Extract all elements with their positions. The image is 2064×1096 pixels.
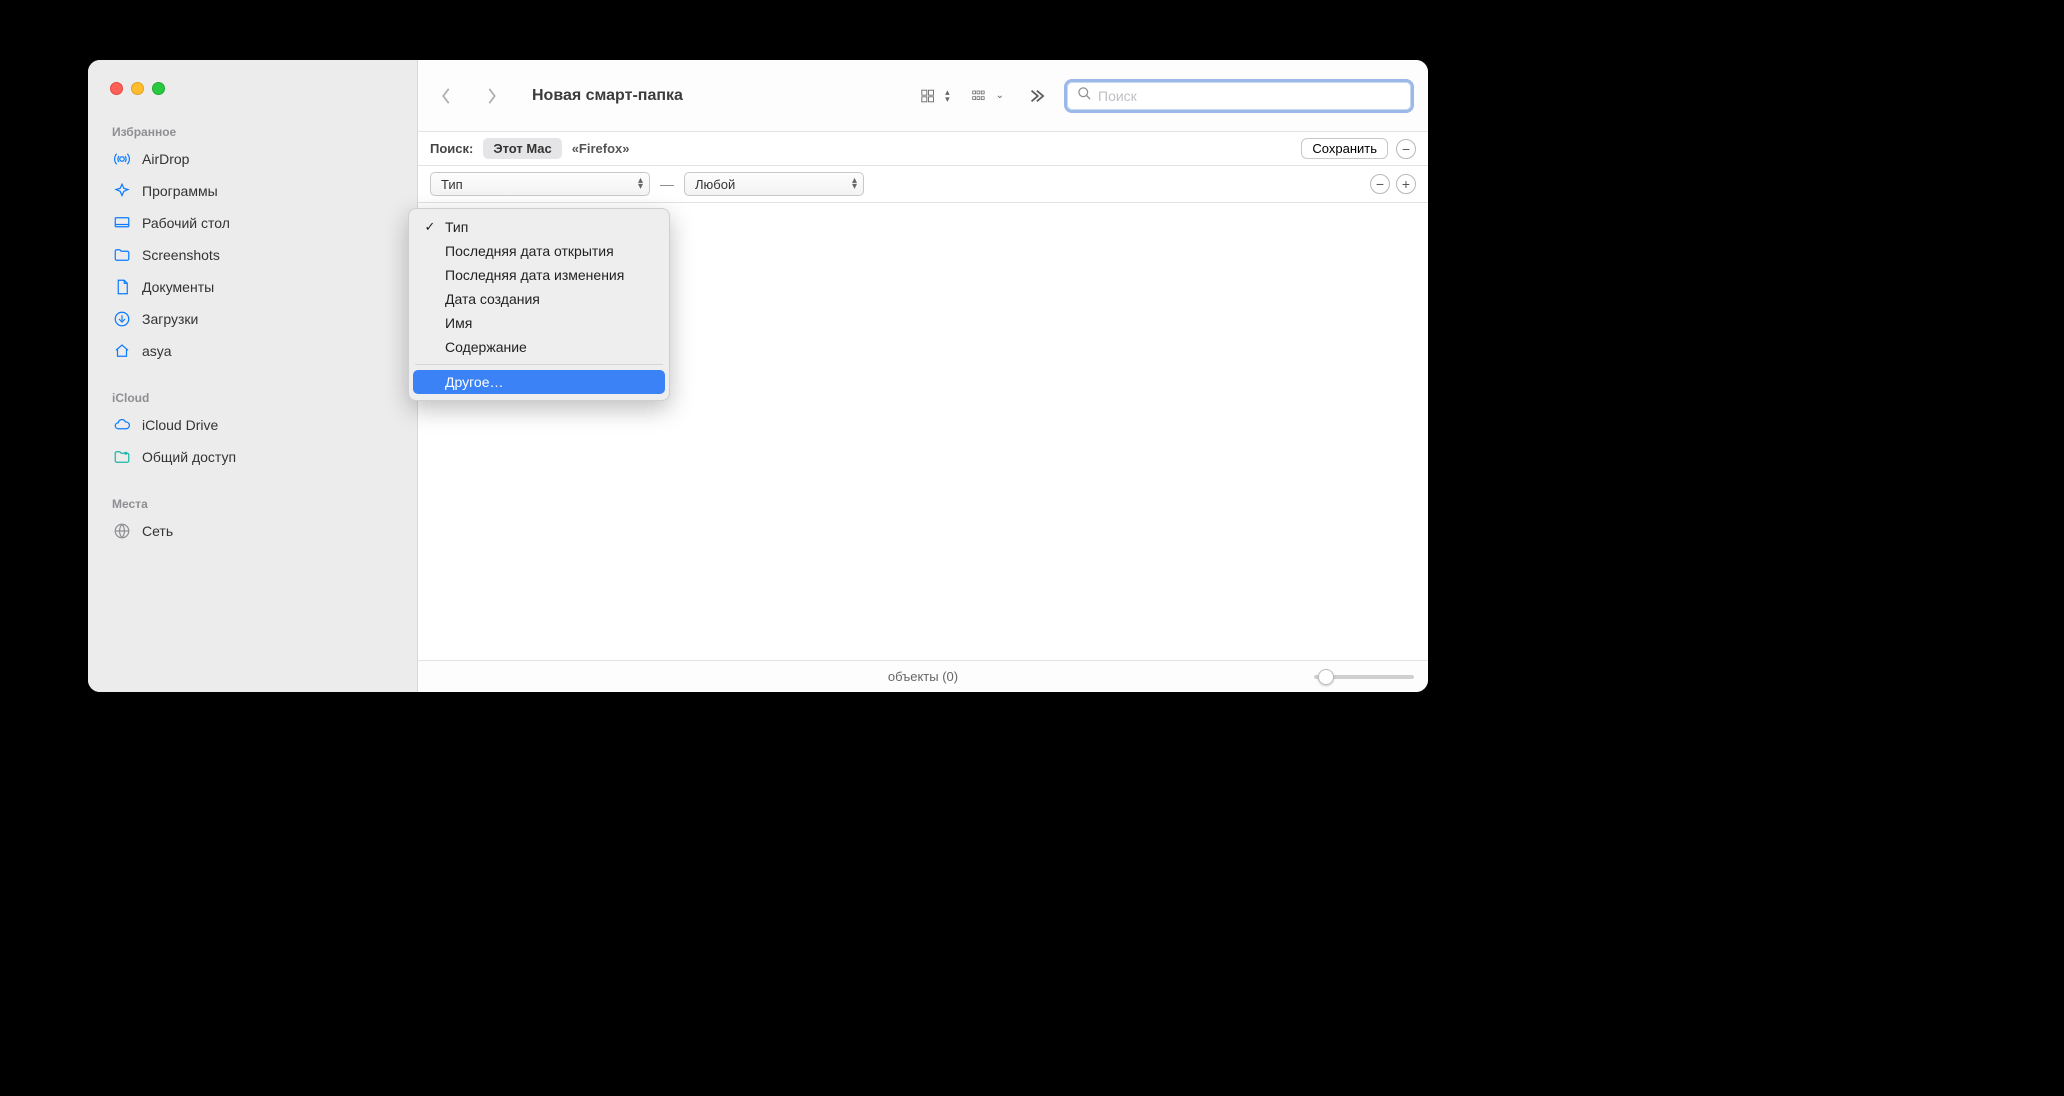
sidebar-item-shared[interactable]: Общий доступ [88, 441, 417, 473]
remove-row-button[interactable]: − [1370, 174, 1390, 194]
sidebar-item-downloads[interactable]: Загрузки [88, 303, 417, 335]
status-bar: объекты (0) [418, 660, 1428, 692]
finder-window: Избранное AirDrop Программы Рабочий стол… [88, 60, 1428, 692]
sidebar-item-label: iCloud Drive [142, 417, 218, 433]
select-value: Любой [695, 177, 735, 192]
fullscreen-window-button[interactable] [152, 82, 165, 95]
dropdown-item-contents[interactable]: Содержание [409, 335, 669, 359]
shared-folder-icon [112, 447, 132, 467]
main-pane: Новая смарт-папка ▴▾ ⌄ [418, 60, 1428, 692]
back-button[interactable] [432, 82, 460, 110]
attribute-dropdown: ✓ Тип Последняя дата открытия Последняя … [408, 208, 670, 401]
dropdown-item-type[interactable]: ✓ Тип [409, 215, 669, 239]
remove-criteria-button[interactable]: − [1396, 139, 1416, 159]
search-input[interactable] [1098, 88, 1401, 104]
cloud-icon [112, 415, 132, 435]
criteria-separator: — [660, 176, 674, 192]
dropdown-item-label: Содержание [445, 339, 527, 355]
airdrop-icon [112, 149, 132, 169]
search-scope-bar: Поиск: Этот Mac «Firefox» Сохранить − [418, 132, 1428, 166]
sidebar-section-places: Места [88, 491, 417, 515]
sidebar-item-icloud-drive[interactable]: iCloud Drive [88, 409, 417, 441]
checkmark-icon: ✓ [423, 219, 437, 235]
dropdown-item-label: Другое… [445, 374, 503, 390]
sidebar-item-label: AirDrop [142, 151, 189, 167]
sidebar-item-label: Загрузки [142, 311, 198, 327]
dropdown-separator [415, 364, 663, 365]
window-title: Новая смарт-папка [532, 87, 683, 105]
sidebar-item-label: Рабочий стол [142, 215, 230, 231]
status-text: объекты (0) [888, 669, 958, 684]
search-field[interactable] [1064, 79, 1414, 113]
updown-icon: ▴▾ [638, 178, 643, 190]
criteria-attribute-select[interactable]: Тип ▴▾ [430, 172, 650, 196]
forward-button[interactable] [478, 82, 506, 110]
scope-label: Поиск: [430, 141, 473, 156]
sidebar-item-label: Программы [142, 183, 218, 199]
desktop-icon [112, 213, 132, 233]
criteria-value-select[interactable]: Любой ▴▾ [684, 172, 864, 196]
scope-this-mac[interactable]: Этот Mac [483, 138, 561, 159]
save-search-button[interactable]: Сохранить [1301, 138, 1388, 159]
traffic-lights [88, 82, 417, 119]
sidebar-item-desktop[interactable]: Рабочий стол [88, 207, 417, 239]
sidebar-item-label: Сеть [142, 523, 173, 539]
updown-icon: ▴▾ [852, 178, 857, 190]
sidebar-item-home[interactable]: asya [88, 335, 417, 367]
sidebar-item-label: asya [142, 343, 172, 359]
dropdown-item-label: Дата создания [445, 291, 540, 307]
sidebar-item-documents[interactable]: Документы [88, 271, 417, 303]
dropdown-item-name[interactable]: Имя [409, 311, 669, 335]
scope-current-folder[interactable]: «Firefox» [572, 141, 630, 156]
sidebar-item-screenshots[interactable]: Screenshots [88, 239, 417, 271]
chevron-down-icon: ⌄ [996, 90, 1004, 101]
close-window-button[interactable] [110, 82, 123, 95]
sidebar-item-apps[interactable]: Программы [88, 175, 417, 207]
view-icons-button[interactable]: ▴▾ [921, 88, 950, 104]
dropdown-item-other[interactable]: Другое… [413, 370, 665, 394]
sidebar-section-icloud: iCloud [88, 385, 417, 409]
sidebar-section-favorites: Избранное [88, 119, 417, 143]
folder-icon [112, 245, 132, 265]
home-icon [112, 341, 132, 361]
network-icon [112, 521, 132, 541]
group-by-button[interactable]: ⌄ [972, 88, 1004, 104]
search-icon [1077, 86, 1092, 106]
dropdown-item-last-opened[interactable]: Последняя дата открытия [409, 239, 669, 263]
dropdown-item-label: Имя [445, 315, 472, 331]
icon-size-slider[interactable] [1314, 675, 1414, 679]
sidebar-item-airdrop[interactable]: AirDrop [88, 143, 417, 175]
document-icon [112, 277, 132, 297]
add-row-button[interactable]: + [1396, 174, 1416, 194]
sidebar-item-label: Общий доступ [142, 449, 236, 465]
sidebar-item-label: Документы [142, 279, 214, 295]
updown-icon: ▴▾ [945, 89, 950, 103]
apps-icon [112, 181, 132, 201]
criteria-row: Тип ▴▾ — Любой ▴▾ − + [418, 166, 1428, 203]
toolbar-view-controls: ▴▾ ⌄ [921, 88, 1046, 104]
downloads-icon [112, 309, 132, 329]
select-value: Тип [441, 177, 463, 192]
dropdown-item-label: Последняя дата открытия [445, 243, 614, 259]
sidebar-item-label: Screenshots [142, 247, 220, 263]
dropdown-item-last-modified[interactable]: Последняя дата изменения [409, 263, 669, 287]
more-toolbar-button[interactable] [1026, 88, 1046, 104]
dropdown-item-created[interactable]: Дата создания [409, 287, 669, 311]
dropdown-item-label: Тип [445, 219, 468, 235]
dropdown-item-label: Последняя дата изменения [445, 267, 624, 283]
toolbar: Новая смарт-папка ▴▾ ⌄ [418, 60, 1428, 132]
sidebar: Избранное AirDrop Программы Рабочий стол… [88, 60, 418, 692]
sidebar-item-network[interactable]: Сеть [88, 515, 417, 547]
minimize-window-button[interactable] [131, 82, 144, 95]
